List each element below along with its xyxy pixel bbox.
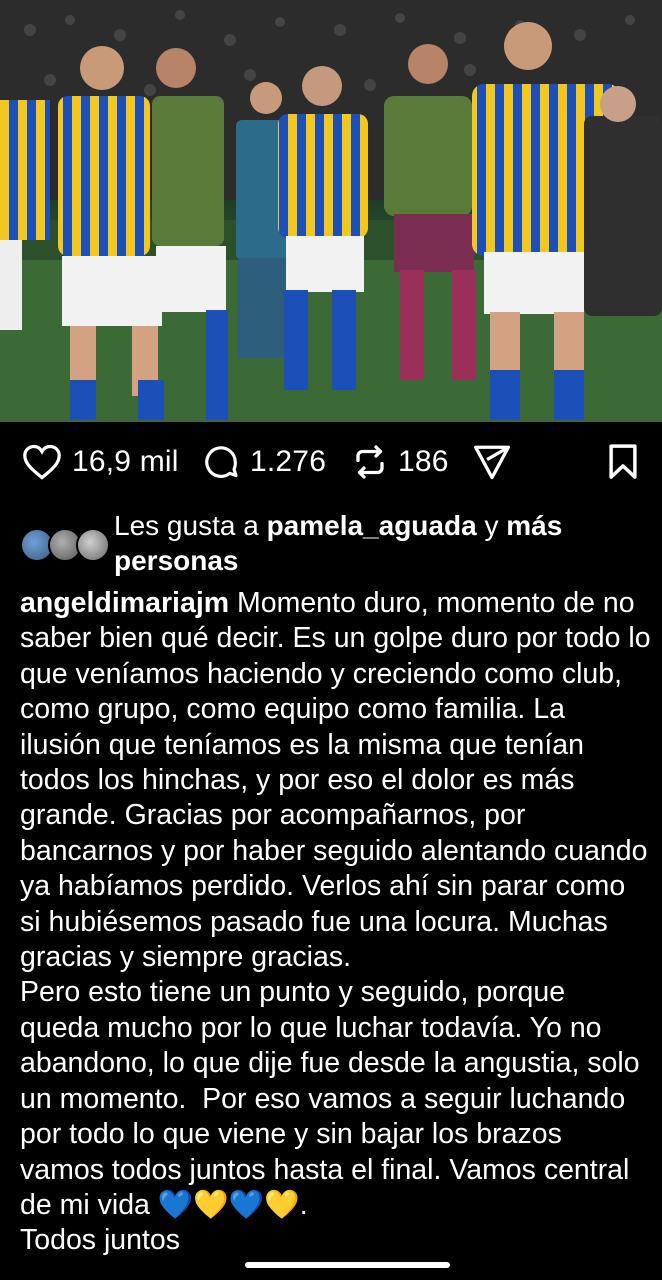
comment-icon [205,446,238,478]
repost-icon [356,445,384,479]
post-photo[interactable] [0,0,662,422]
heart-icon [23,444,61,480]
liked-by-row[interactable]: Les gusta a pamela_aguada y más personas [20,508,650,582]
repost-count: 186 [398,445,449,478]
avatar[interactable] [76,528,110,562]
bookmark-icon [609,444,637,479]
caption-paragraph-2: Pero esto tiene un punto y seguido, porq… [20,976,648,1221]
like-button[interactable]: 16,9 mil [22,432,179,492]
liked-by-middle: y [476,510,507,541]
share-button[interactable] [472,432,512,492]
liked-by-text: Les gusta a pamela_aguada y más personas [114,508,634,578]
liked-by-prefix: Les gusta a [114,510,267,541]
post-caption: angeldimariajm Momento duro, momento de … [20,586,652,1259]
post-action-bar: 16,9 mil 1.276 186 [0,432,662,492]
caption-paragraph-1: Momento duro, momento de no saber bien q… [20,587,659,974]
comment-button[interactable]: 1.276 [202,432,326,492]
liked-by-avatars[interactable] [20,528,110,564]
caption-author[interactable]: angeldimariajm [20,587,229,619]
like-count: 16,9 mil [72,445,179,478]
players-photo-graphic [0,0,662,422]
liked-by-user[interactable]: pamela_aguada [267,510,477,541]
home-indicator[interactable] [245,1262,450,1268]
repost-button[interactable]: 186 [352,432,449,492]
send-icon [474,445,510,480]
comment-count: 1.276 [250,445,327,478]
caption-paragraph-3: Todos juntos [20,1224,181,1257]
save-button[interactable] [606,432,640,492]
